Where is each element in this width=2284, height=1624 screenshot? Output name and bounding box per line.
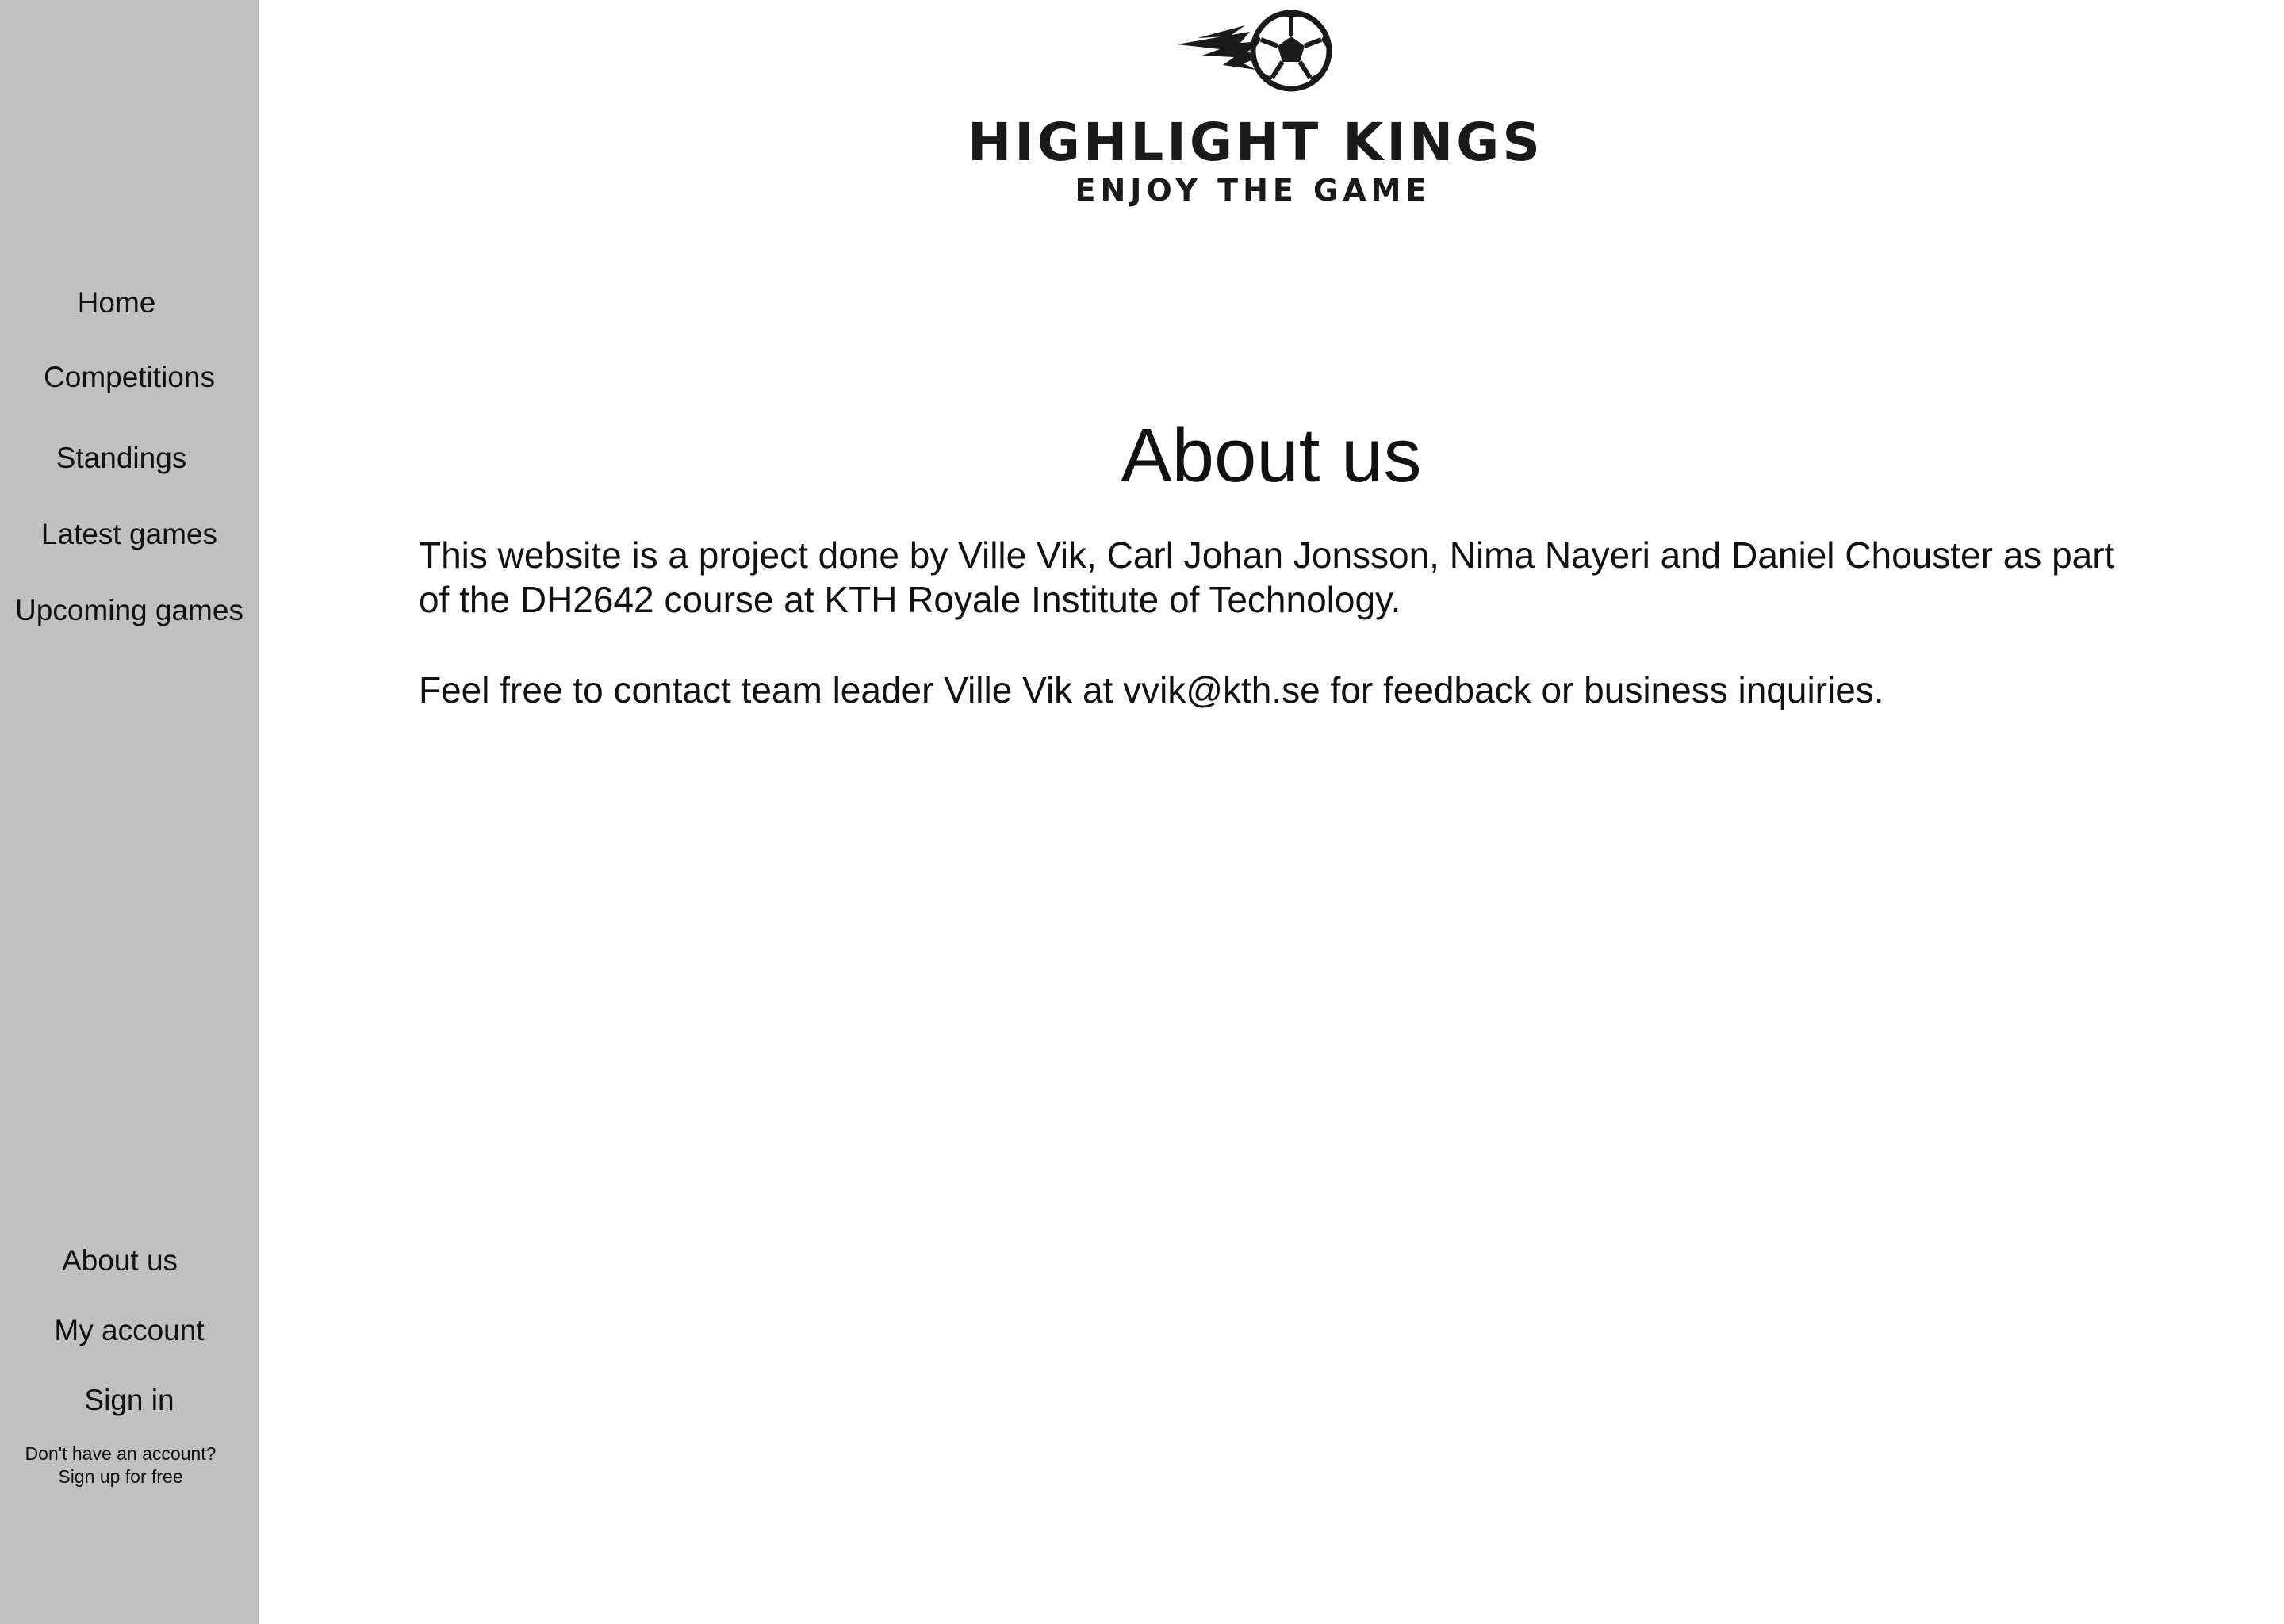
nav-my-account[interactable]: My account [0,1313,259,1348]
signup-cta: Sign up for free [58,1466,183,1487]
nav-latest-games[interactable]: Latest games [0,517,259,552]
nav-competitions[interactable]: Competitions [0,360,259,395]
site-logo[interactable]: HIGHLIGHT KINGS ENJOY THE GAME [968,6,1543,214]
nav-about-us[interactable]: About us [0,1243,240,1278]
nav-home[interactable]: Home [0,285,233,320]
signup-question: Don't have an account? [25,1443,217,1464]
nav-upcoming-games[interactable]: Upcoming games [0,593,259,628]
about-paragraph: This website is a project done by Ville … [419,534,2115,620]
page-title: About us [1121,413,1422,498]
soccer-ball-icon [1177,10,1332,92]
contact-paragraph: Feel free to contact team leader Ville V… [419,669,1884,710]
nav-sign-in[interactable]: Sign in [0,1383,259,1418]
logo-title: HIGHLIGHT KINGS [968,112,1543,173]
logo-tagline: ENJOY THE GAME [1075,173,1431,208]
page: Home Competitions Standings Latest games… [0,0,2284,1624]
signup-link[interactable]: Don't have an account? Sign up for free [0,1442,241,1488]
sidebar: Home Competitions Standings Latest games… [0,0,259,1624]
nav-standings[interactable]: Standings [0,441,243,476]
